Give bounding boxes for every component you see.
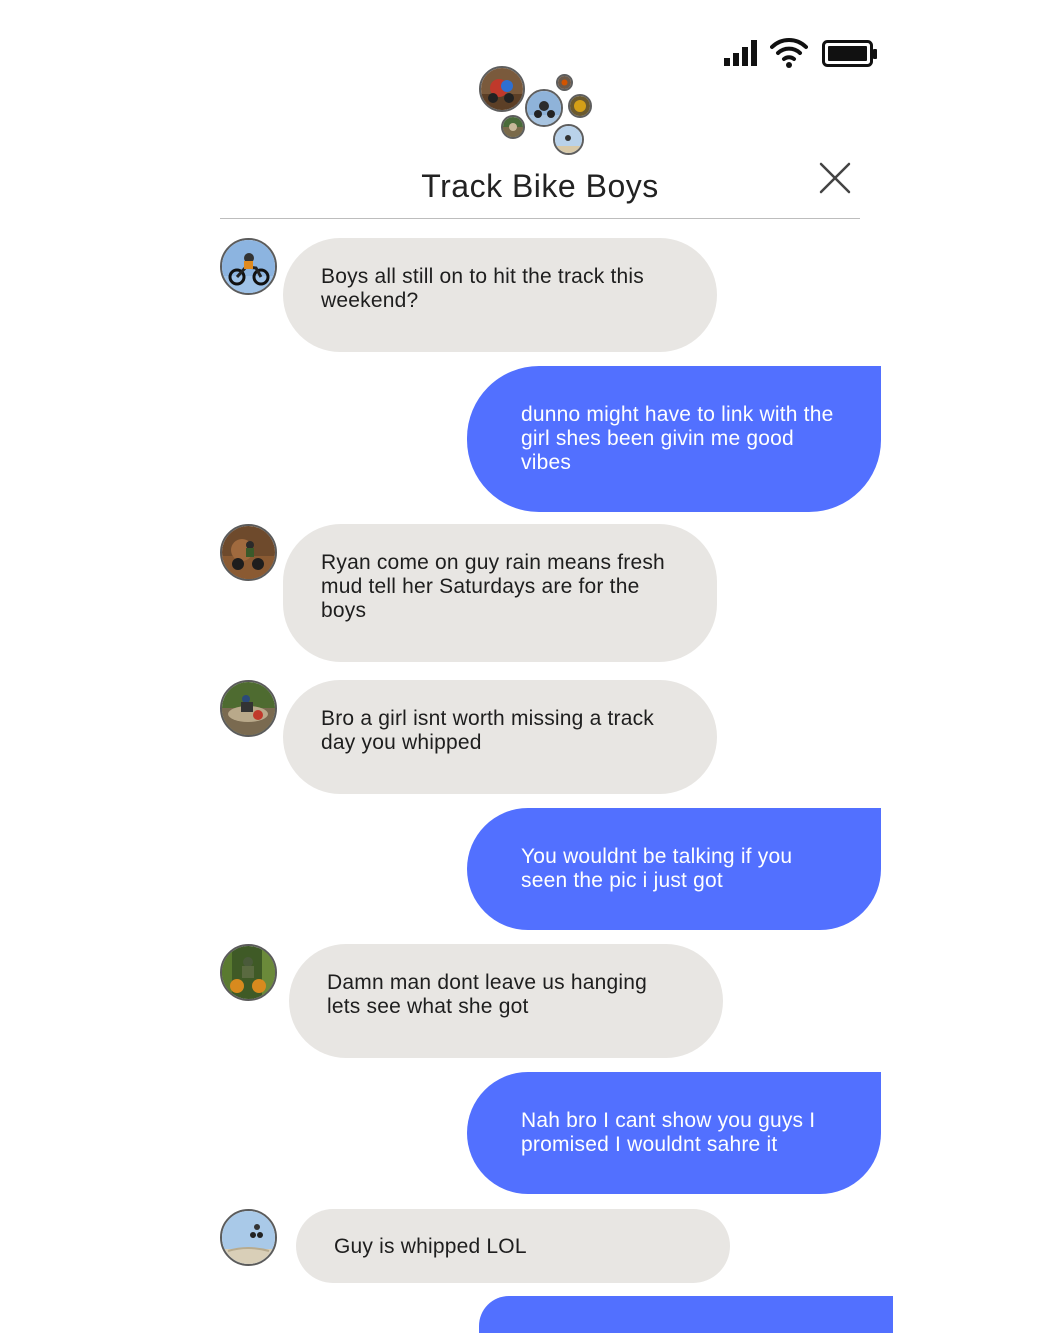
message-bubble-outgoing[interactable]: dunno might have to link with the girl s… [467, 366, 881, 512]
group-member-avatar [525, 89, 563, 127]
message-text: Nah bro I cant show you guys I promised … [521, 1109, 816, 1156]
message-text: Guy is whipped LOL [334, 1235, 527, 1258]
battery-icon [822, 40, 877, 67]
group-member-avatar [479, 66, 525, 112]
close-icon[interactable] [816, 159, 854, 197]
message-bubble-incoming[interactable]: Ryan come on guy rain means fresh mud te… [283, 524, 717, 662]
status-bar [720, 36, 880, 70]
message-text: dunno might have to link with the girl s… [521, 403, 834, 474]
rider-splash-avatar[interactable] [220, 680, 277, 737]
message-bubble-incoming[interactable]: Damn man dont leave us hanging lets see … [289, 944, 723, 1058]
close-button[interactable] [816, 159, 854, 197]
message-bubble-incoming[interactable]: Bro a girl isnt worth missing a track da… [283, 680, 717, 794]
message-text: You wouldnt be talking if you seen the p… [521, 845, 793, 892]
message-text: Bro a girl isnt worth missing a track da… [321, 707, 655, 754]
message-text: Ryan come on guy rain means fresh mud te… [321, 551, 665, 622]
rider-mud-avatar[interactable] [220, 524, 277, 581]
rider-jump-avatar[interactable] [220, 1209, 277, 1266]
wifi-icon [770, 37, 808, 68]
message-bubble-outgoing[interactable]: You wouldnt be talking if you seen the p… [467, 808, 881, 930]
chat-title: Track Bike Boys [421, 168, 659, 204]
group-avatar-cluster [470, 60, 600, 160]
signal-strength-icon [724, 40, 757, 66]
group-member-avatar [556, 74, 573, 91]
message-bubble-incoming[interactable]: Boys all still on to hit the track this … [283, 238, 717, 352]
header-divider [220, 218, 860, 219]
message-bubble-incoming[interactable]: Guy is whipped LOL [296, 1209, 730, 1283]
message-text: Boys all still on to hit the track this … [321, 265, 644, 312]
rider-forest-avatar[interactable] [220, 944, 277, 1001]
rider-blue-sky-avatar[interactable] [220, 238, 277, 295]
message-bubble-outgoing[interactable]: Nah bro I cant show you guys I promised … [467, 1072, 881, 1194]
message-text: Damn man dont leave us hanging lets see … [327, 971, 648, 1018]
group-member-avatar [501, 115, 525, 139]
group-member-avatar [553, 124, 584, 155]
group-member-avatar [568, 94, 592, 118]
